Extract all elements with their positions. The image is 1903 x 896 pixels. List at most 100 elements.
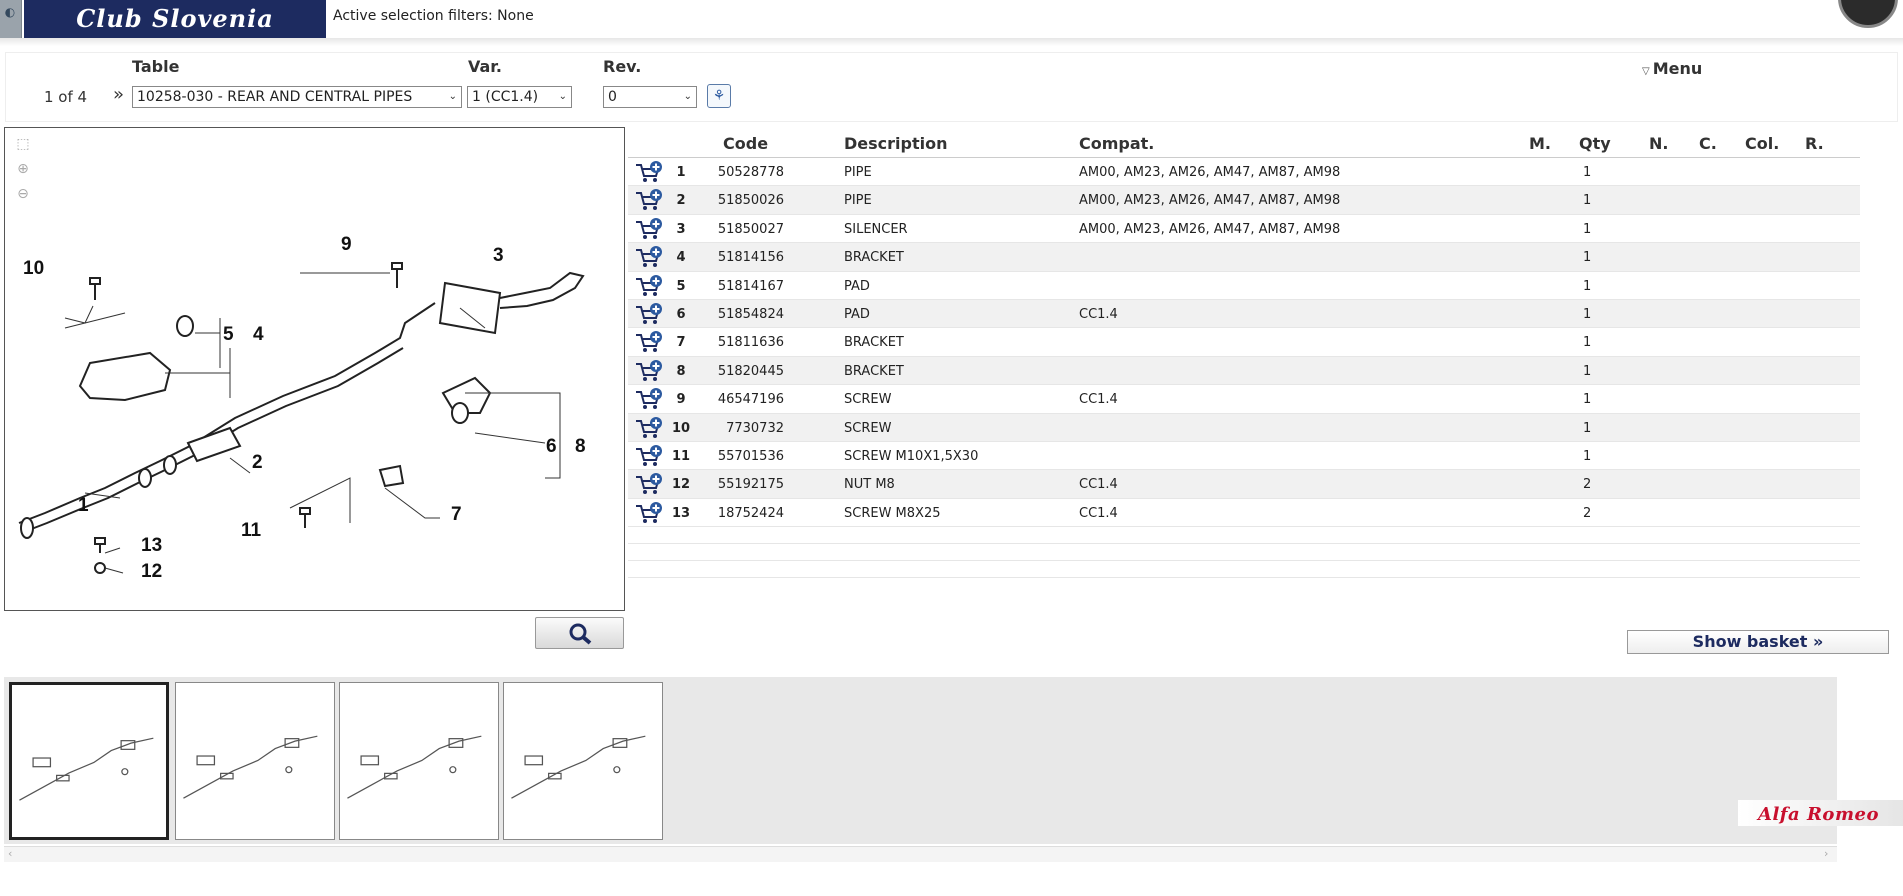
part-code: 51814156	[717, 250, 784, 266]
part-description: BRACKET	[844, 250, 904, 266]
revision-select-value: 0	[608, 89, 617, 105]
cart-add-icon[interactable]	[634, 444, 664, 467]
bulb-icon[interactable]: ⚘	[707, 84, 731, 108]
scroll-right-icon[interactable]: ›	[1824, 847, 1828, 860]
thumbnail-diagram	[347, 735, 482, 799]
part-code: 51850026	[717, 193, 784, 209]
cart-add-icon[interactable]	[634, 274, 664, 297]
part-description: PIPE	[844, 193, 872, 209]
cart-add-icon[interactable]	[634, 359, 664, 382]
empty-row	[628, 561, 1860, 579]
exploded-parts-diagram[interactable]: 1 2 3 4 5 6 7 8 9 10 11 12 13 ⬚ ⊕ ⊖	[4, 127, 625, 611]
col-header-qty: Qty	[1579, 134, 1611, 153]
table-body: 1 50528778 PIPE AM00, AM23, AM26, AM47, AM8…	[628, 158, 1860, 528]
part-code: 46547196	[717, 392, 784, 408]
part-qty: 1	[1583, 420, 1592, 436]
revision-select[interactable]: 0 ⌄	[603, 86, 697, 108]
fit-icon[interactable]: ⬚	[13, 136, 33, 156]
part-description: SCREW	[844, 392, 892, 408]
menu-button[interactable]: ▽ Menu	[1642, 59, 1702, 78]
part-code: 51850027	[717, 221, 784, 237]
cart-add-icon[interactable]	[634, 217, 664, 240]
table-row[interactable]: 10 7730732 SCREW 1	[628, 413, 1860, 442]
show-basket-button[interactable]: Show basket »	[1627, 630, 1889, 654]
next-table-double-chevron-icon[interactable]: »	[113, 86, 124, 104]
search-icon	[569, 623, 592, 645]
cart-add-icon[interactable]	[634, 473, 664, 495]
part-compat: AM00, AM23, AM26, AM47, AM87, AM98	[1079, 165, 1341, 180]
brand-badge-icon	[1838, 0, 1898, 28]
cart-add-icon[interactable]	[634, 388, 664, 410]
part-description: BRACKET	[844, 363, 904, 379]
top-bar: ◐ Club Slovenia Active selection filters…	[0, 0, 1903, 42]
part-code: 50528778	[717, 165, 784, 180]
table-select[interactable]: 10258-030 - REAR AND CENTRAL PIPES ⌄	[132, 86, 462, 108]
active-filters-text: Active selection filters: None	[333, 8, 534, 24]
col-header-col: Col.	[1745, 134, 1780, 153]
part-compat: AM00, AM23, AM26, AM47, AM87, AM98	[1079, 193, 1341, 209]
table-row[interactable]: 8 51820445 BRACKET 1	[628, 356, 1860, 386]
table-row[interactable]: 5 51814167 PAD 1	[628, 272, 1860, 300]
col-header-r: R.	[1805, 134, 1824, 153]
search-button[interactable]	[535, 617, 624, 649]
cart-add-icon[interactable]	[634, 246, 664, 268]
scroll-left-icon[interactable]: ‹	[8, 847, 12, 860]
part-description: SILENCER	[844, 221, 908, 237]
table-row[interactable]: 12 55192175 NUT M8 CC1.4 2	[628, 470, 1860, 499]
zoom-in-icon[interactable]: ⊕	[13, 161, 33, 181]
part-description: NUT M8	[844, 477, 895, 493]
table-row[interactable]: 9 46547196 SCREW CC1.4 1	[628, 385, 1860, 414]
table-row[interactable]: 3 51850027 SILENCER AM00, AM23, AM26, AM47,…	[628, 215, 1860, 244]
cart-add-icon[interactable]	[634, 501, 664, 524]
callout-label: 4	[253, 324, 264, 345]
part-description: SCREW M10X1,5X30	[844, 448, 979, 464]
thumbnail-table-1[interactable]	[9, 682, 169, 840]
header-divider	[0, 38, 1903, 46]
part-qty: 1	[1583, 193, 1592, 209]
thumbnail-table-4[interactable]	[503, 682, 663, 840]
part-description: BRACKET	[844, 335, 904, 351]
callout-label: 5	[223, 324, 234, 345]
chevron-down-icon: ⌄	[448, 91, 457, 102]
col-header-m: M.	[1529, 134, 1551, 153]
table-row[interactable]: 6 51854824 PAD CC1.4 1	[628, 299, 1860, 329]
variant-select[interactable]: 1 (CC1.4) ⌄	[467, 86, 572, 108]
callout-label: 13	[141, 535, 162, 556]
part-qty: 1	[1583, 335, 1592, 351]
table-row[interactable]: 7 51811636 BRACKET 1	[628, 328, 1860, 357]
rev-label: Rev.	[603, 57, 642, 76]
side-panel-tab[interactable]: ◐	[0, 0, 22, 38]
col-header-code: Code	[723, 134, 769, 153]
callout-label: 10	[23, 258, 44, 279]
zoom-out-icon[interactable]: ⊖	[13, 186, 33, 206]
callout-label: 2	[252, 452, 263, 473]
cart-add-icon[interactable]	[634, 161, 664, 183]
callout-label: 3	[493, 245, 504, 266]
part-code: 55701536	[717, 448, 784, 464]
callout-label: 7	[451, 504, 462, 525]
horizontal-scrollbar[interactable]: ‹ ›	[4, 846, 1837, 862]
table-row[interactable]: 11 55701536 SCREW M10X1,5X30 1	[628, 442, 1860, 471]
cart-add-icon[interactable]	[634, 331, 664, 353]
link-icon: ◐	[4, 5, 16, 19]
part-code: 51811636	[717, 335, 784, 351]
table-row[interactable]: 2 51850026 PIPE AM00, AM23, AM26, AM47, AM8…	[628, 186, 1860, 215]
part-description: PIPE	[844, 165, 872, 180]
table-row[interactable]: 13 18752424 SCREW M8X25 CC1.4 2	[628, 499, 1860, 528]
thumbnail-diagram	[19, 737, 154, 801]
thumbnail-table-3[interactable]	[339, 682, 499, 840]
cart-add-icon[interactable]	[634, 302, 664, 325]
part-description: PAD	[844, 306, 870, 322]
variant-select-value: 1 (CC1.4)	[472, 89, 539, 105]
table-selector-panel: Table Var. Rev. 1 of 4 » 10258-030 - REA…	[5, 52, 1898, 122]
callout-label: 9	[341, 234, 352, 255]
part-qty: 1	[1583, 250, 1592, 266]
table-row[interactable]: 1 50528778 PIPE AM00, AM23, AM26, AM47, AM8…	[628, 158, 1860, 187]
callout-label: 1	[78, 495, 89, 516]
thumbnail-table-2[interactable]	[175, 682, 335, 840]
cart-add-icon[interactable]	[634, 416, 664, 439]
part-code: 51814167	[717, 278, 784, 294]
cart-add-icon[interactable]	[634, 189, 664, 211]
table-row[interactable]: 4 51814156 BRACKET 1	[628, 243, 1860, 272]
col-header-n: N.	[1649, 134, 1669, 153]
